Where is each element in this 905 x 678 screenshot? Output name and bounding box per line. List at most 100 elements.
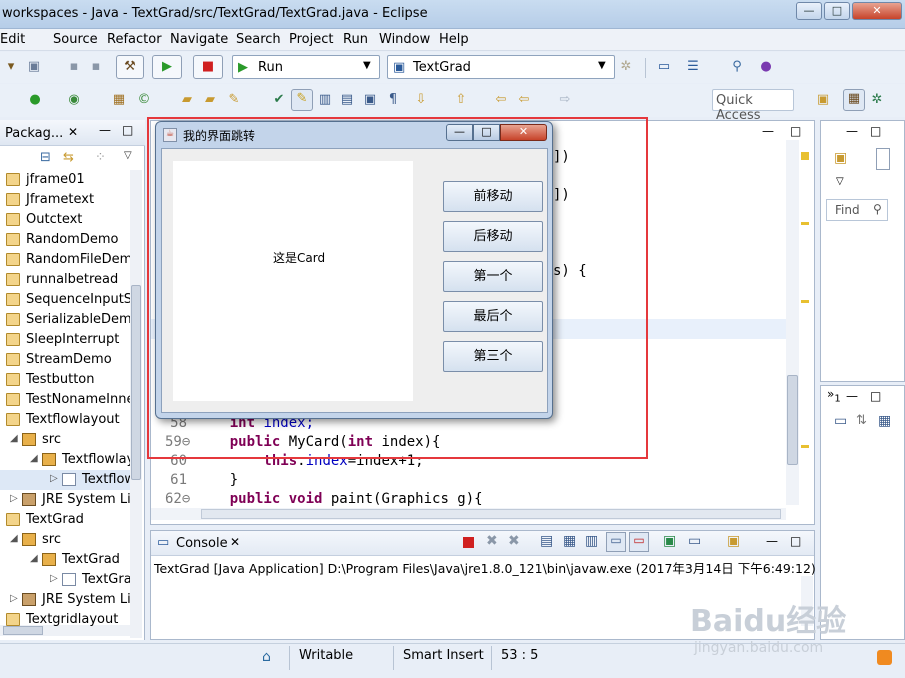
stop-icon[interactable]: ■: [193, 55, 223, 79]
word-wrap-icon[interactable]: ▥: [585, 533, 598, 549]
tree-item[interactable]: ◢ src: [0, 530, 130, 550]
clear-console-icon[interactable]: ▤: [540, 533, 553, 549]
menu-help[interactable]: Help: [439, 32, 469, 47]
menu-navigate[interactable]: Navigate: [170, 32, 228, 47]
display-icon[interactable]: ▭: [655, 58, 673, 76]
maximize-editor-icon[interactable]: □: [790, 124, 801, 138]
tree-item[interactable]: Outctext: [0, 210, 130, 230]
menu-project[interactable]: Project: [289, 32, 333, 47]
breadcrumb-icon[interactable]: ▣: [361, 91, 379, 109]
tree-item[interactable]: StreamDemo: [0, 350, 130, 370]
list-icon[interactable]: ☰: [684, 58, 702, 76]
tree-item[interactable]: ▷ JRE System Lib: [0, 490, 130, 510]
menu-search[interactable]: Search: [236, 32, 281, 47]
tree-item[interactable]: TestNonameInner: [0, 390, 130, 410]
tree-item[interactable]: RandomDemo: [0, 230, 130, 250]
block-icon[interactable]: ▥: [316, 91, 334, 109]
collapse-arrow-icon[interactable]: ◢: [30, 453, 38, 464]
close-icon[interactable]: ✕: [230, 535, 240, 549]
tree-item[interactable]: Testbutton: [0, 370, 130, 390]
toggle-mark-icon[interactable]: ▤: [338, 91, 356, 109]
coverage-icon[interactable]: ◉: [65, 91, 83, 109]
tree-item[interactable]: ◢ src: [0, 430, 130, 450]
filter-icon[interactable]: ⁘: [95, 150, 111, 166]
link-editor-icon[interactable]: ⇆: [63, 150, 79, 166]
prev-annotation-icon[interactable]: ⇧: [452, 91, 470, 109]
open-perspective-icon[interactable]: ▣: [814, 91, 832, 109]
expand-arrow-icon[interactable]: ▷: [50, 473, 58, 484]
forward-icon[interactable]: ⇨: [556, 91, 574, 109]
chevron-down-icon[interactable]: ▽: [836, 176, 844, 187]
editor-scrollbar[interactable]: [786, 140, 799, 505]
collapse-all-icon[interactable]: ⊟: [40, 150, 56, 166]
tree-item[interactable]: RandomFileDemo: [0, 250, 130, 270]
more-views-icon[interactable]: »1: [827, 387, 841, 404]
scroll-lock-icon[interactable]: ▦: [563, 533, 576, 549]
hierarchy-icon[interactable]: ▦: [878, 413, 891, 429]
menu-run[interactable]: Run: [343, 32, 368, 47]
overview-marker[interactable]: [801, 222, 809, 225]
close-icon[interactable]: ✕: [68, 125, 78, 139]
menu-source[interactable]: Source: [53, 32, 98, 47]
view-menu-icon[interactable]: ▽: [124, 150, 140, 166]
launch-config-combo[interactable]: ▣ TextGrad ▼: [387, 55, 615, 79]
overview-marker[interactable]: [801, 300, 809, 303]
menu-edit[interactable]: Edit: [0, 32, 25, 47]
pin-icon[interactable]: ⚲: [728, 58, 746, 76]
build-icon[interactable]: ⚒: [116, 55, 144, 79]
minimize-editor-icon[interactable]: —: [762, 124, 774, 138]
debug-perspective-icon[interactable]: ✲: [868, 91, 886, 109]
new-icon[interactable]: ▾: [2, 58, 20, 76]
run-icon[interactable]: ▶: [152, 55, 182, 79]
maximize-view-icon[interactable]: □: [122, 123, 133, 137]
search-tool-icon[interactable]: ✎: [225, 91, 243, 109]
run-last-icon[interactable]: ●: [26, 91, 44, 109]
tree-item[interactable]: TextGrad: [0, 510, 130, 530]
open-type-icon[interactable]: ▰: [201, 91, 219, 109]
tree-item[interactable]: jframe01: [0, 170, 130, 190]
minimize-view-icon[interactable]: —: [99, 123, 111, 137]
sort-icon[interactable]: ⇅: [856, 413, 867, 428]
save-icon[interactable]: ▪: [65, 58, 83, 76]
tree-item[interactable]: SequenceInputStr: [0, 290, 130, 310]
tree-item[interactable]: ◢ TextGrad: [0, 550, 130, 570]
tree-item[interactable]: Textgridlayout: [0, 610, 130, 630]
tree-item[interactable]: SerializableDemo: [0, 310, 130, 330]
maximize-view-icon[interactable]: □: [870, 389, 881, 403]
tree-item[interactable]: ▷ Textflow: [0, 470, 130, 490]
filter-tasks-icon[interactable]: [876, 148, 890, 170]
minimize-button[interactable]: —: [796, 2, 822, 20]
tree-item[interactable]: SleepInterrupt: [0, 330, 130, 350]
whitespace-icon[interactable]: ¶: [384, 91, 402, 109]
collapse-arrow-icon[interactable]: ◢: [10, 433, 18, 444]
close-button[interactable]: ✕: [852, 2, 902, 20]
show-stdout-icon[interactable]: ▭: [606, 532, 626, 552]
annotation-icon[interactable]: ✔: [270, 91, 288, 109]
overview-marker[interactable]: [801, 152, 809, 160]
scroll-thumb[interactable]: [131, 285, 141, 480]
minimize-console-icon[interactable]: —: [766, 534, 778, 548]
package-icon[interactable]: ▦: [110, 91, 128, 109]
next-annotation-icon[interactable]: ⇩: [412, 91, 430, 109]
overview-marker[interactable]: [801, 445, 809, 448]
new-class-icon[interactable]: ©: [135, 91, 153, 109]
package-explorer-tab[interactable]: Packag... ✕ — □: [0, 120, 145, 146]
console-tab-label[interactable]: Console: [176, 536, 228, 551]
terminate-icon[interactable]: [463, 537, 474, 548]
collapse-arrow-icon[interactable]: ◢: [30, 553, 38, 564]
new-task-icon[interactable]: ▣: [834, 150, 847, 166]
find-field[interactable]: Find ⚲: [826, 199, 888, 221]
editor-h-scrollbar[interactable]: [151, 508, 786, 520]
rss-icon[interactable]: [877, 650, 892, 665]
debug-icon[interactable]: ●: [757, 58, 775, 76]
expand-arrow-icon[interactable]: ▷: [10, 593, 18, 604]
open-folder-icon[interactable]: ▰: [178, 91, 196, 109]
tree-item[interactable]: Jframetext: [0, 190, 130, 210]
maximize-button[interactable]: □: [824, 2, 850, 20]
quick-access-field[interactable]: Quick Access: [712, 89, 794, 123]
minimize-view-icon[interactable]: —: [846, 124, 858, 138]
tree-item[interactable]: Textflowlayout: [0, 410, 130, 430]
show-stderr-icon[interactable]: ▭: [629, 532, 649, 552]
pin-console-icon[interactable]: ▣: [663, 533, 676, 549]
outline-icon[interactable]: ▭: [834, 413, 847, 429]
